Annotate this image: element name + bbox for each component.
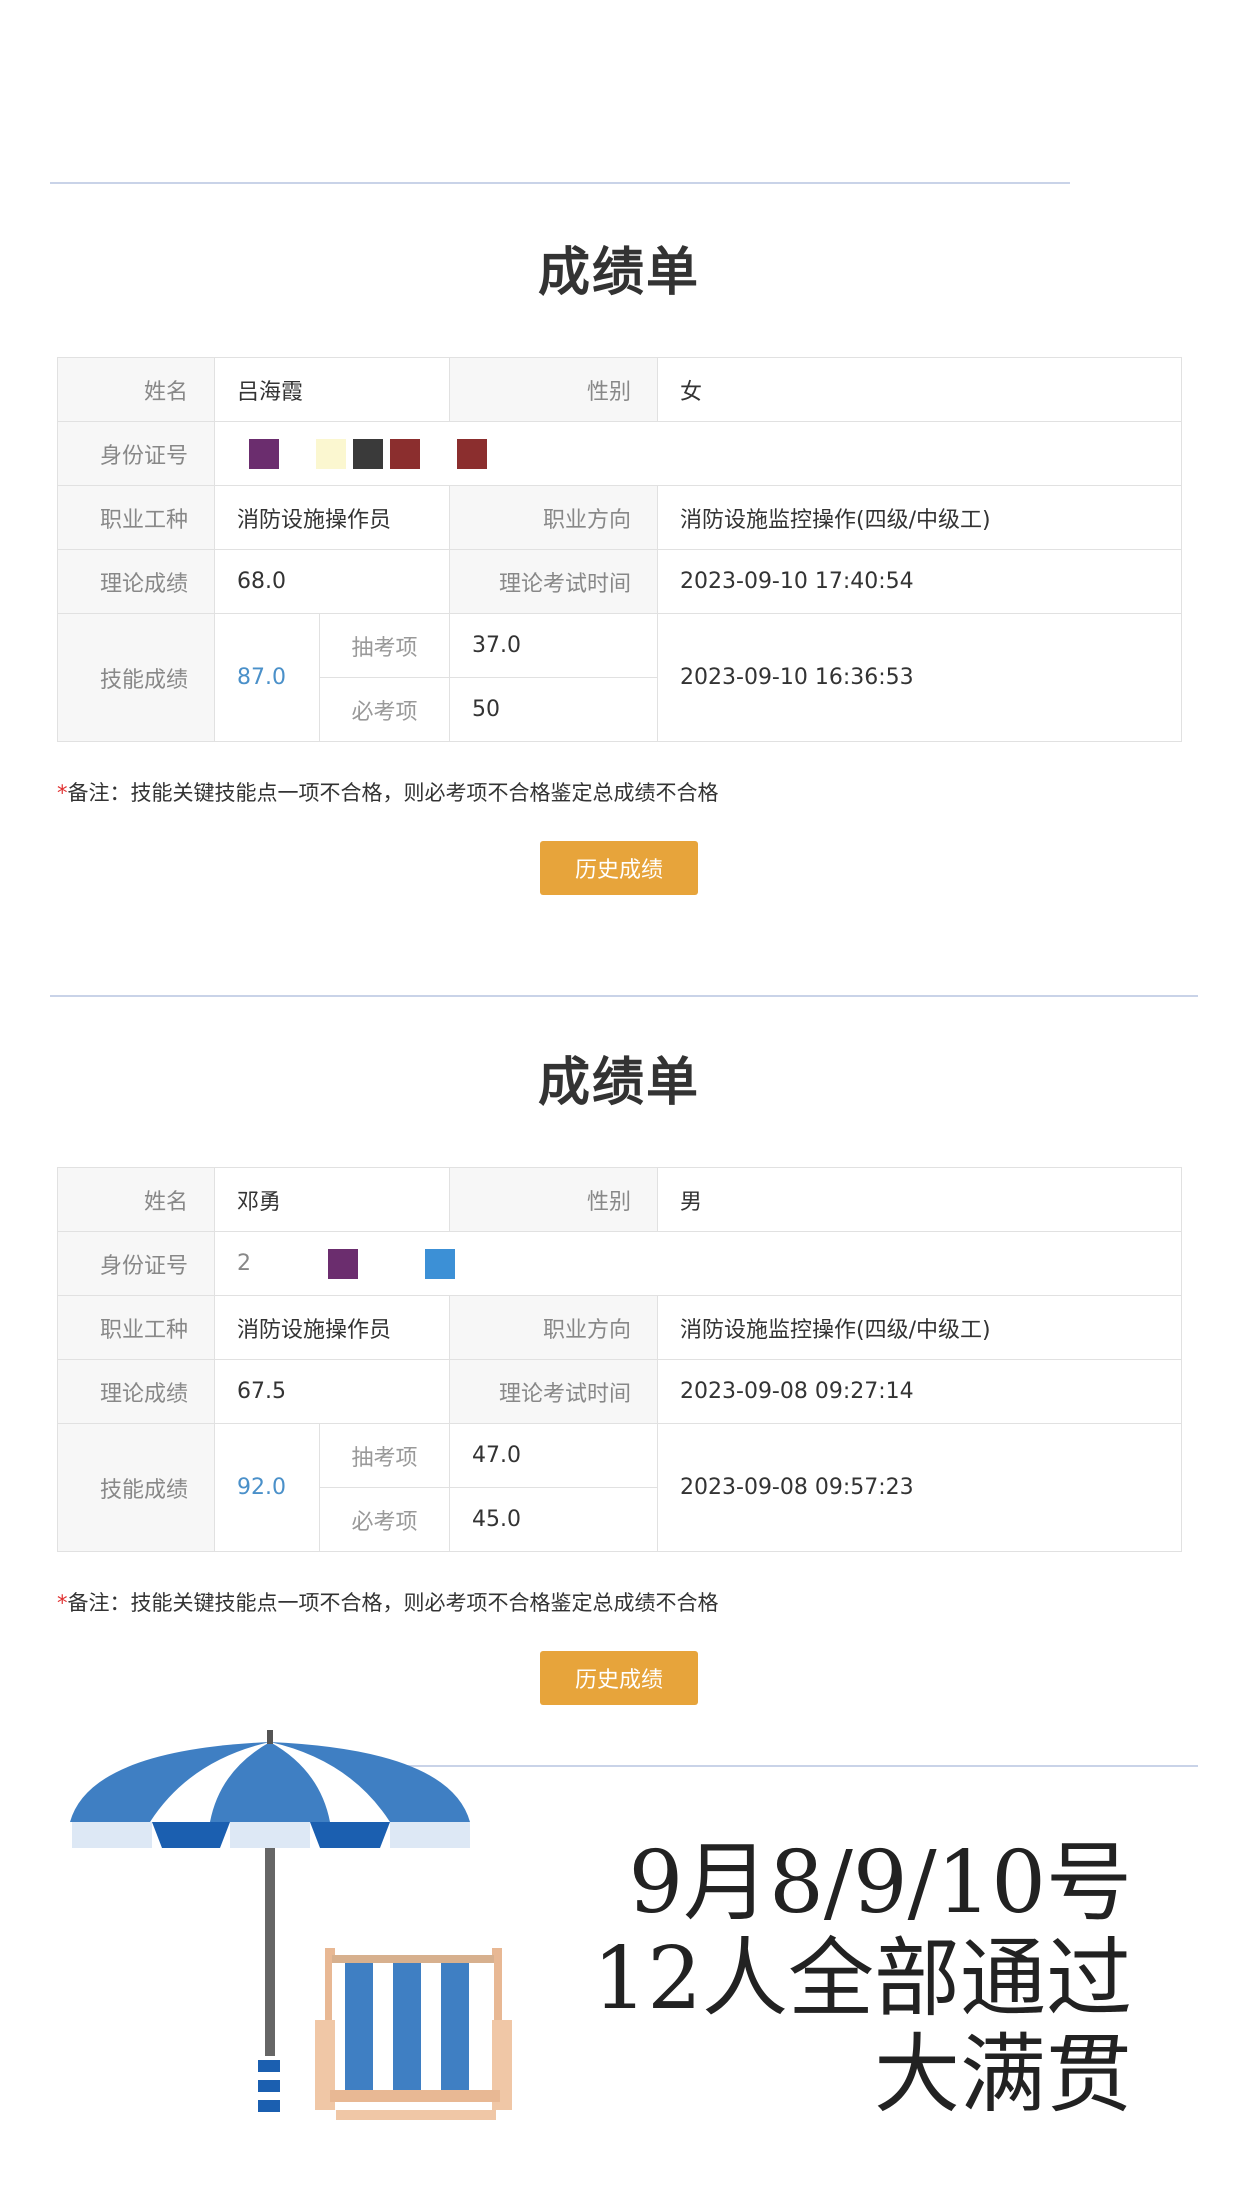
id-prefix: 2 bbox=[237, 1250, 251, 1276]
history-scores-button[interactable]: 历史成绩 bbox=[540, 841, 698, 895]
id-label: 身份证号 bbox=[57, 421, 215, 486]
slogan: 9月8/9/10号 12人全部通过 大满贯 bbox=[593, 1835, 1132, 2123]
name-value: 邓勇 bbox=[213, 1167, 451, 1232]
theory-label: 理论成绩 bbox=[57, 1359, 215, 1424]
score-table: 姓名 邓勇 性别 男 身份证号 2 职业工种 消防设施操作员 职业方向 消防设施… bbox=[57, 1167, 1183, 1552]
table-row: 技能成绩 87.0 抽考项 37.0 2023-09-10 16:36:53 bbox=[57, 613, 1183, 742]
direction-value: 消防设施监控操作(四级/中级工) bbox=[657, 485, 1183, 550]
slogan-line-2: 12人全部通过 bbox=[592, 1929, 1132, 2029]
gender-label: 性别 bbox=[449, 1167, 659, 1232]
name-value: 吕海霞 bbox=[213, 357, 451, 422]
remark-text: 备注：技能关键技能点一项不合格，则必考项不合格鉴定总成绩不合格 bbox=[67, 1591, 719, 1615]
required-star: * bbox=[57, 1591, 68, 1615]
score-card-2: 成绩单 姓名 邓勇 性别 男 身份证号 2 职业工种 消防设施操作员 职业方向 … bbox=[57, 1040, 1183, 1705]
draw-label: 抽考项 bbox=[318, 613, 451, 678]
score-card-1: 成绩单 姓名 吕海霞 性别 女 身份证号 职业工种 消防设施操作员 职业方向 消… bbox=[57, 230, 1183, 895]
theory-time-value: 2023-09-10 17:40:54 bbox=[657, 549, 1183, 614]
slogan-line-1: 9月8/9/10号 bbox=[628, 1833, 1132, 1933]
redaction-block bbox=[316, 438, 346, 469]
redaction-block bbox=[353, 438, 383, 469]
score-table: 姓名 吕海霞 性别 女 身份证号 职业工种 消防设施操作员 职业方向 消防设施监… bbox=[57, 357, 1183, 742]
name-label: 姓名 bbox=[57, 357, 215, 422]
card-title: 成绩单 bbox=[537, 243, 700, 303]
card-title: 成绩单 bbox=[537, 1053, 700, 1113]
id-label: 身份证号 bbox=[57, 1231, 215, 1296]
skill-value: 87.0 bbox=[214, 613, 320, 742]
draw-label: 抽考项 bbox=[318, 1423, 451, 1488]
id-value-masked: 2 bbox=[213, 1231, 1183, 1296]
job-value: 消防设施操作员 bbox=[213, 1295, 451, 1360]
skill-label: 技能成绩 bbox=[57, 613, 215, 742]
job-label: 职业工种 bbox=[57, 485, 215, 550]
gender-label: 性别 bbox=[449, 357, 659, 422]
table-row: 姓名 邓勇 性别 男 bbox=[57, 1167, 1183, 1232]
table-row: 身份证号 2 bbox=[57, 1231, 1183, 1296]
redaction-block bbox=[390, 438, 420, 469]
skill-value: 92.0 bbox=[214, 1423, 320, 1552]
theory-value: 68.0 bbox=[213, 549, 451, 614]
job-value: 消防设施操作员 bbox=[213, 485, 451, 550]
skill-time-value: 2023-09-10 16:36:53 bbox=[657, 613, 1183, 742]
divider-top bbox=[50, 182, 1070, 184]
id-value-masked bbox=[213, 421, 1183, 486]
remark-note: *备注：技能关键技能点一项不合格，则必考项不合格鉴定总成绩不合格 bbox=[57, 1587, 1181, 1617]
gender-value: 男 bbox=[657, 1167, 1183, 1232]
theory-time-value: 2023-09-08 09:27:14 bbox=[657, 1359, 1183, 1424]
remark-text: 备注：技能关键技能点一项不合格，则必考项不合格鉴定总成绩不合格 bbox=[67, 781, 719, 805]
theory-time-label: 理论考试时间 bbox=[449, 1359, 659, 1424]
table-row: 职业工种 消防设施操作员 职业方向 消防设施监控操作(四级/中级工) bbox=[57, 485, 1183, 550]
draw-value: 47.0 bbox=[449, 1423, 659, 1488]
redaction-block bbox=[328, 1248, 358, 1279]
remark-note: *备注：技能关键技能点一项不合格，则必考项不合格鉴定总成绩不合格 bbox=[57, 777, 1181, 807]
slogan-line-3: 大满贯 bbox=[874, 2025, 1132, 2125]
theory-label: 理论成绩 bbox=[57, 549, 215, 614]
required-star: * bbox=[57, 781, 68, 805]
must-label: 必考项 bbox=[318, 677, 451, 742]
direction-label: 职业方向 bbox=[449, 1295, 659, 1360]
table-row: 姓名 吕海霞 性别 女 bbox=[57, 357, 1183, 422]
beach-chair-icon bbox=[315, 1948, 512, 2120]
theory-value: 67.5 bbox=[213, 1359, 451, 1424]
table-row: 理论成绩 67.5 理论考试时间 2023-09-08 09:27:14 bbox=[57, 1359, 1183, 1424]
table-row: 职业工种 消防设施操作员 职业方向 消防设施监控操作(四级/中级工) bbox=[57, 1295, 1183, 1360]
must-label: 必考项 bbox=[318, 1487, 451, 1552]
skill-label: 技能成绩 bbox=[57, 1423, 215, 1552]
theory-time-label: 理论考试时间 bbox=[449, 549, 659, 614]
skill-time-value: 2023-09-08 09:57:23 bbox=[657, 1423, 1183, 1552]
job-label: 职业工种 bbox=[57, 1295, 215, 1360]
must-value: 50 bbox=[449, 677, 659, 742]
direction-label: 职业方向 bbox=[449, 485, 659, 550]
table-row: 技能成绩 92.0 抽考项 47.0 2023-09-08 09:57:23 bbox=[57, 1423, 1183, 1552]
redaction-block bbox=[457, 438, 487, 469]
history-scores-button[interactable]: 历史成绩 bbox=[540, 1651, 698, 1705]
redaction-block bbox=[425, 1248, 455, 1279]
redaction-block bbox=[249, 438, 279, 469]
table-row: 身份证号 bbox=[57, 421, 1183, 486]
must-value: 45.0 bbox=[449, 1487, 659, 1552]
direction-value: 消防设施监控操作(四级/中级工) bbox=[657, 1295, 1183, 1360]
gender-value: 女 bbox=[657, 357, 1183, 422]
table-row: 理论成绩 68.0 理论考试时间 2023-09-10 17:40:54 bbox=[57, 549, 1183, 614]
beach-illustration bbox=[70, 1730, 512, 2120]
draw-value: 37.0 bbox=[449, 613, 659, 678]
name-label: 姓名 bbox=[57, 1167, 215, 1232]
divider-middle bbox=[50, 995, 1198, 997]
